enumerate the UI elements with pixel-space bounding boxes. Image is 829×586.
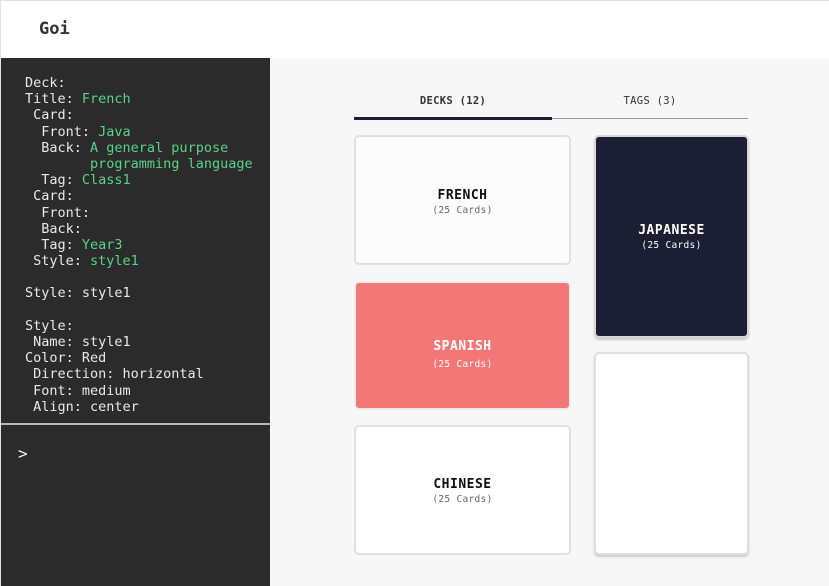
tab-tags[interactable]: TAGS (3) — [552, 88, 748, 118]
deck-name: CHINESE — [433, 477, 492, 492]
deck-tabs: DECKS (12) TAGS (3) — [354, 88, 748, 120]
editor-sidebar: Deck: Title: French Card: Front: Java Bac… — [1, 58, 270, 586]
deck-card-spanish[interactable]: SPANISH (25 Cards) — [354, 281, 571, 410]
editor-line-key: Align: center — [25, 398, 139, 415]
editor-line-key: Front: — [25, 204, 91, 221]
editor-line-key: Style: style1 — [25, 285, 131, 302]
editor-line: Deck: — [25, 75, 265, 91]
editor-line-key: Title: — [25, 91, 82, 108]
editor-line: programming language — [25, 156, 265, 172]
deck-name: FRENCH — [437, 188, 488, 203]
app-title: Goi — [39, 19, 70, 39]
deck-definition-editor[interactable]: Deck: Title: French Card: Front: Java Bac… — [25, 75, 265, 415]
deck-card-count: (25 Cards) — [432, 205, 493, 216]
editor-line-key: Card: — [25, 188, 74, 205]
editor-line: Card: — [25, 107, 265, 123]
editor-line: Name: style1 — [25, 334, 265, 350]
editor-line-key: Font: medium — [25, 382, 131, 399]
deck-card-french[interactable]: FRENCH (25 Cards) — [354, 135, 571, 265]
editor-line-value: Year3 — [81, 236, 123, 253]
editor-line: Style: style1 — [25, 285, 265, 301]
editor-line-key: Front: — [25, 123, 99, 140]
sidebar-divider — [1, 423, 270, 425]
app-header: Goi — [1, 1, 829, 58]
editor-line: Card: — [25, 188, 265, 204]
editor-line-value: Java — [98, 123, 131, 140]
deck-card-count: (25 Cards) — [641, 240, 702, 251]
deck-card-count: (25 Cards) — [432, 494, 493, 505]
editor-line-key: Color: Red — [25, 350, 107, 367]
editor-line: Style: — [25, 318, 265, 334]
editor-line: Title: French — [25, 91, 265, 107]
editor-line: Tag: Class1 — [25, 172, 265, 188]
deck-card-count: (25 Cards) — [432, 359, 493, 370]
editor-line: Tag: Year3 — [25, 237, 265, 253]
editor-line: Front: — [25, 205, 265, 221]
editor-line: Color: Red — [25, 350, 265, 366]
editor-line-key: Back: — [25, 220, 82, 237]
tab-decks[interactable]: DECKS (12) — [354, 88, 552, 118]
editor-line: Direction: horizontal — [25, 366, 265, 382]
console-prompt[interactable]: > — [18, 444, 28, 463]
editor-line-key: Style: — [25, 253, 91, 270]
editor-line: Back: — [25, 221, 265, 237]
editor-line-key: Card: — [25, 107, 74, 124]
editor-line: Style: style1 — [25, 253, 265, 269]
editor-line-key: Direction: horizontal — [25, 366, 204, 383]
deck-name: SPANISH — [433, 339, 492, 354]
deck-card-chinese[interactable]: CHINESE (25 Cards) — [354, 425, 571, 555]
deck-browser: DECKS (12) TAGS (3) FRENCH (25 Cards) SP… — [270, 58, 829, 586]
editor-line: Font: medium — [25, 383, 265, 399]
editor-line-value: Class1 — [81, 172, 131, 189]
editor-line-key: Tag: — [25, 172, 82, 189]
editor-line: Front: Java — [25, 124, 265, 140]
editor-line-key: Style: — [25, 317, 74, 334]
editor-line-value: programming language — [90, 155, 253, 172]
editor-line: Align: center — [25, 399, 265, 415]
editor-line-key: Tag: — [25, 236, 82, 253]
editor-line: Back: A general purpose — [25, 140, 265, 156]
active-tab-indicator — [354, 117, 552, 120]
editor-line-key: Back: — [25, 139, 91, 156]
deck-card-japanese[interactable]: JAPANESE (25 Cards) — [594, 135, 749, 338]
editor-line-key — [25, 156, 90, 172]
deck-name: JAPANESE — [638, 223, 705, 238]
editor-line-value: French — [81, 91, 131, 108]
editor-line-key: Deck: — [25, 75, 66, 91]
deck-card-empty[interactable] — [594, 352, 749, 555]
editor-line-key: Name: style1 — [25, 334, 131, 350]
editor-line-value: A general purpose — [90, 139, 229, 156]
app-window: Goi Deck: Title: French Card: Front: Java… — [0, 0, 829, 586]
editor-line-value: style1 — [90, 253, 139, 270]
